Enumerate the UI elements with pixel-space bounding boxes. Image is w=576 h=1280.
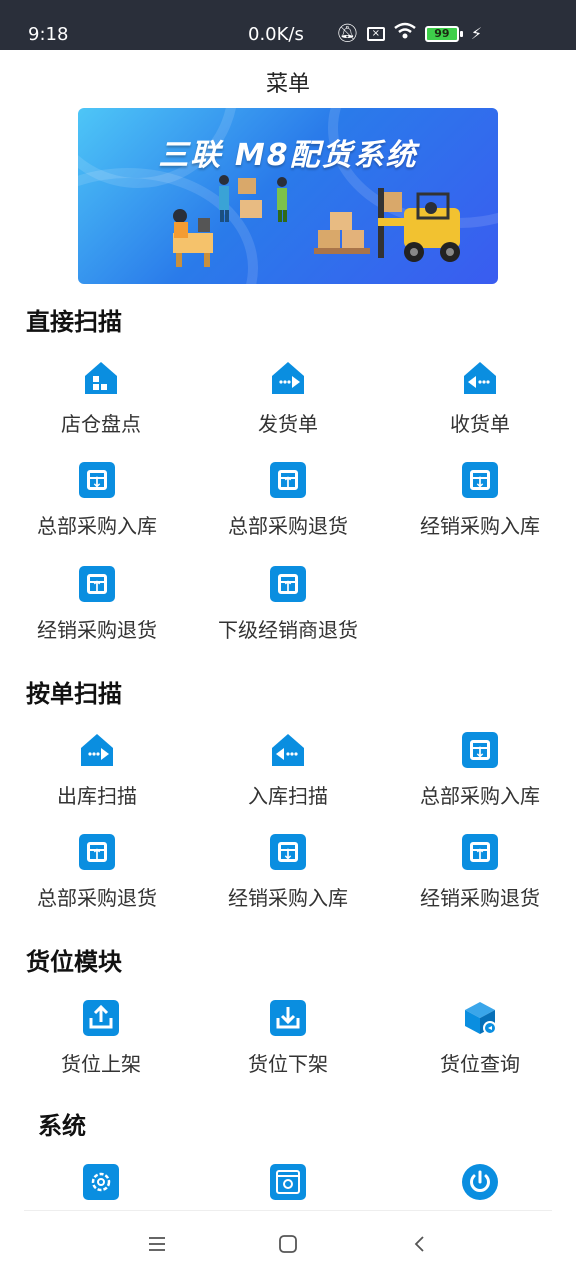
menu-item-hq-purchase-return-order[interactable]: ↑ 总部采购退货: [2, 834, 192, 924]
menu-item-location-query[interactable]: 货位查询: [385, 1000, 575, 1090]
menu-nav-icon[interactable]: [137, 1234, 177, 1264]
receive-in-icon: [270, 732, 306, 768]
box-out-icon: ↑: [79, 834, 115, 870]
page-title: 菜单: [265, 72, 310, 97]
battery-icon: 99: [424, 25, 463, 42]
shelf-up-icon: [83, 1000, 119, 1036]
menu-item-label: 经销采购退货: [420, 886, 540, 910]
menu-item-label: 入库扫描: [248, 784, 328, 808]
menu-item-shelf-up[interactable]: 货位上架: [6, 1000, 196, 1090]
menu-item-settings[interactable]: [6, 1164, 196, 1204]
system-nav-bar: [0, 1212, 576, 1280]
settings-icon: [83, 1164, 119, 1200]
menu-item-outbound-scan[interactable]: 出库扫描: [2, 732, 192, 822]
menu-item-label: 货位查询: [440, 1052, 520, 1076]
network-speed: 0.0K/s: [248, 24, 304, 45]
wifi-icon: [393, 22, 417, 45]
box-in-icon: ↓: [270, 834, 306, 870]
warehouse-icon: [83, 360, 119, 396]
back-nav-icon[interactable]: [400, 1234, 440, 1264]
menu-item-label: 总部采购入库: [420, 784, 540, 808]
menu-item-label: 总部采购退货: [228, 514, 348, 538]
mute-icon: 🔕︎: [336, 23, 359, 44]
menu-item-delivery-note[interactable]: 发货单: [193, 360, 383, 450]
section-title-order-scan: 按单扫描: [26, 680, 122, 708]
receive-in-icon: [462, 360, 498, 396]
power-icon: [462, 1164, 498, 1200]
menu-item-inbound-scan[interactable]: 入库扫描: [193, 732, 383, 822]
box-out-icon: ↑: [270, 566, 306, 602]
section-title-location: 货位模块: [26, 948, 122, 976]
menu-item-label: 店仓盘点: [61, 412, 141, 436]
menu-item-dealer-purchase-in[interactable]: ↓ 经销采购入库: [385, 462, 575, 552]
menu-item-shelf-down[interactable]: 货位下架: [193, 1000, 383, 1090]
status-time: 9:18: [28, 24, 69, 45]
menu-item-dealer-purchase-return[interactable]: ↑ 经销采购退货: [2, 566, 192, 656]
box-out-icon: ↑: [462, 834, 498, 870]
menu-item-store-inventory[interactable]: 店仓盘点: [6, 360, 196, 450]
menu-item-system-config[interactable]: [193, 1164, 383, 1204]
menu-item-label: 下级经销商退货: [218, 618, 358, 642]
menu-item-hq-purchase-return[interactable]: ↑ 总部采购退货: [193, 462, 383, 552]
menu-item-label: 收货单: [450, 412, 510, 436]
box-out-icon: ↑: [79, 566, 115, 602]
home-nav-icon[interactable]: [268, 1234, 308, 1264]
bottom-divider: [24, 1210, 552, 1211]
menu-item-label: 总部采购退货: [37, 886, 157, 910]
menu-item-label: 经销采购入库: [228, 886, 348, 910]
status-bar: 9:18 0.0K/s 🔕︎ × 99 ⚡︎: [0, 0, 576, 50]
menu-item-label: 总部采购入库: [37, 514, 157, 538]
box-in-icon: ↓: [79, 462, 115, 498]
ship-out-icon: [270, 360, 306, 396]
sim-icon: ×: [366, 26, 385, 41]
charging-icon: ⚡︎: [470, 24, 483, 43]
cube-search-icon: [462, 1000, 498, 1036]
menu-item-label: 出库扫描: [57, 784, 137, 808]
menu-item-dealer-purchase-in-order[interactable]: ↓ 经销采购入库: [193, 834, 383, 924]
shelf-down-icon: [270, 1000, 306, 1036]
section-title-system: 系统: [38, 1112, 86, 1140]
banner-illustration: [173, 175, 460, 267]
menu-item-label: 发货单: [258, 412, 318, 436]
menu-item-label: 经销采购退货: [37, 618, 157, 642]
menu-item-logout[interactable]: [385, 1164, 575, 1204]
menu-item-receipt-note[interactable]: 收货单: [385, 360, 575, 450]
ship-out-icon: [79, 732, 115, 768]
menu-item-dealer-purchase-return-order[interactable]: ↑ 经销采购退货: [385, 834, 575, 924]
menu-item-label: 货位上架: [61, 1052, 141, 1076]
box-in-icon: ↓: [462, 732, 498, 768]
menu-item-sub-dealer-return[interactable]: ↑ 下级经销商退货: [193, 566, 383, 656]
menu-item-hq-purchase-in[interactable]: ↓ 总部采购入库: [2, 462, 192, 552]
menu-item-label: 货位下架: [248, 1052, 328, 1076]
menu-item-hq-purchase-in-order[interactable]: ↓ 总部采购入库: [385, 732, 575, 822]
section-title-direct-scan: 直接扫描: [26, 308, 122, 336]
banner: 三联 M8配货系统: [78, 108, 498, 284]
box-out-icon: ↑: [270, 462, 306, 498]
settings-window-icon: [270, 1164, 306, 1200]
box-in-icon: ↓: [462, 462, 498, 498]
menu-item-label: 经销采购入库: [420, 514, 540, 538]
status-icons: 🔕︎ × 99 ⚡︎: [336, 22, 482, 45]
